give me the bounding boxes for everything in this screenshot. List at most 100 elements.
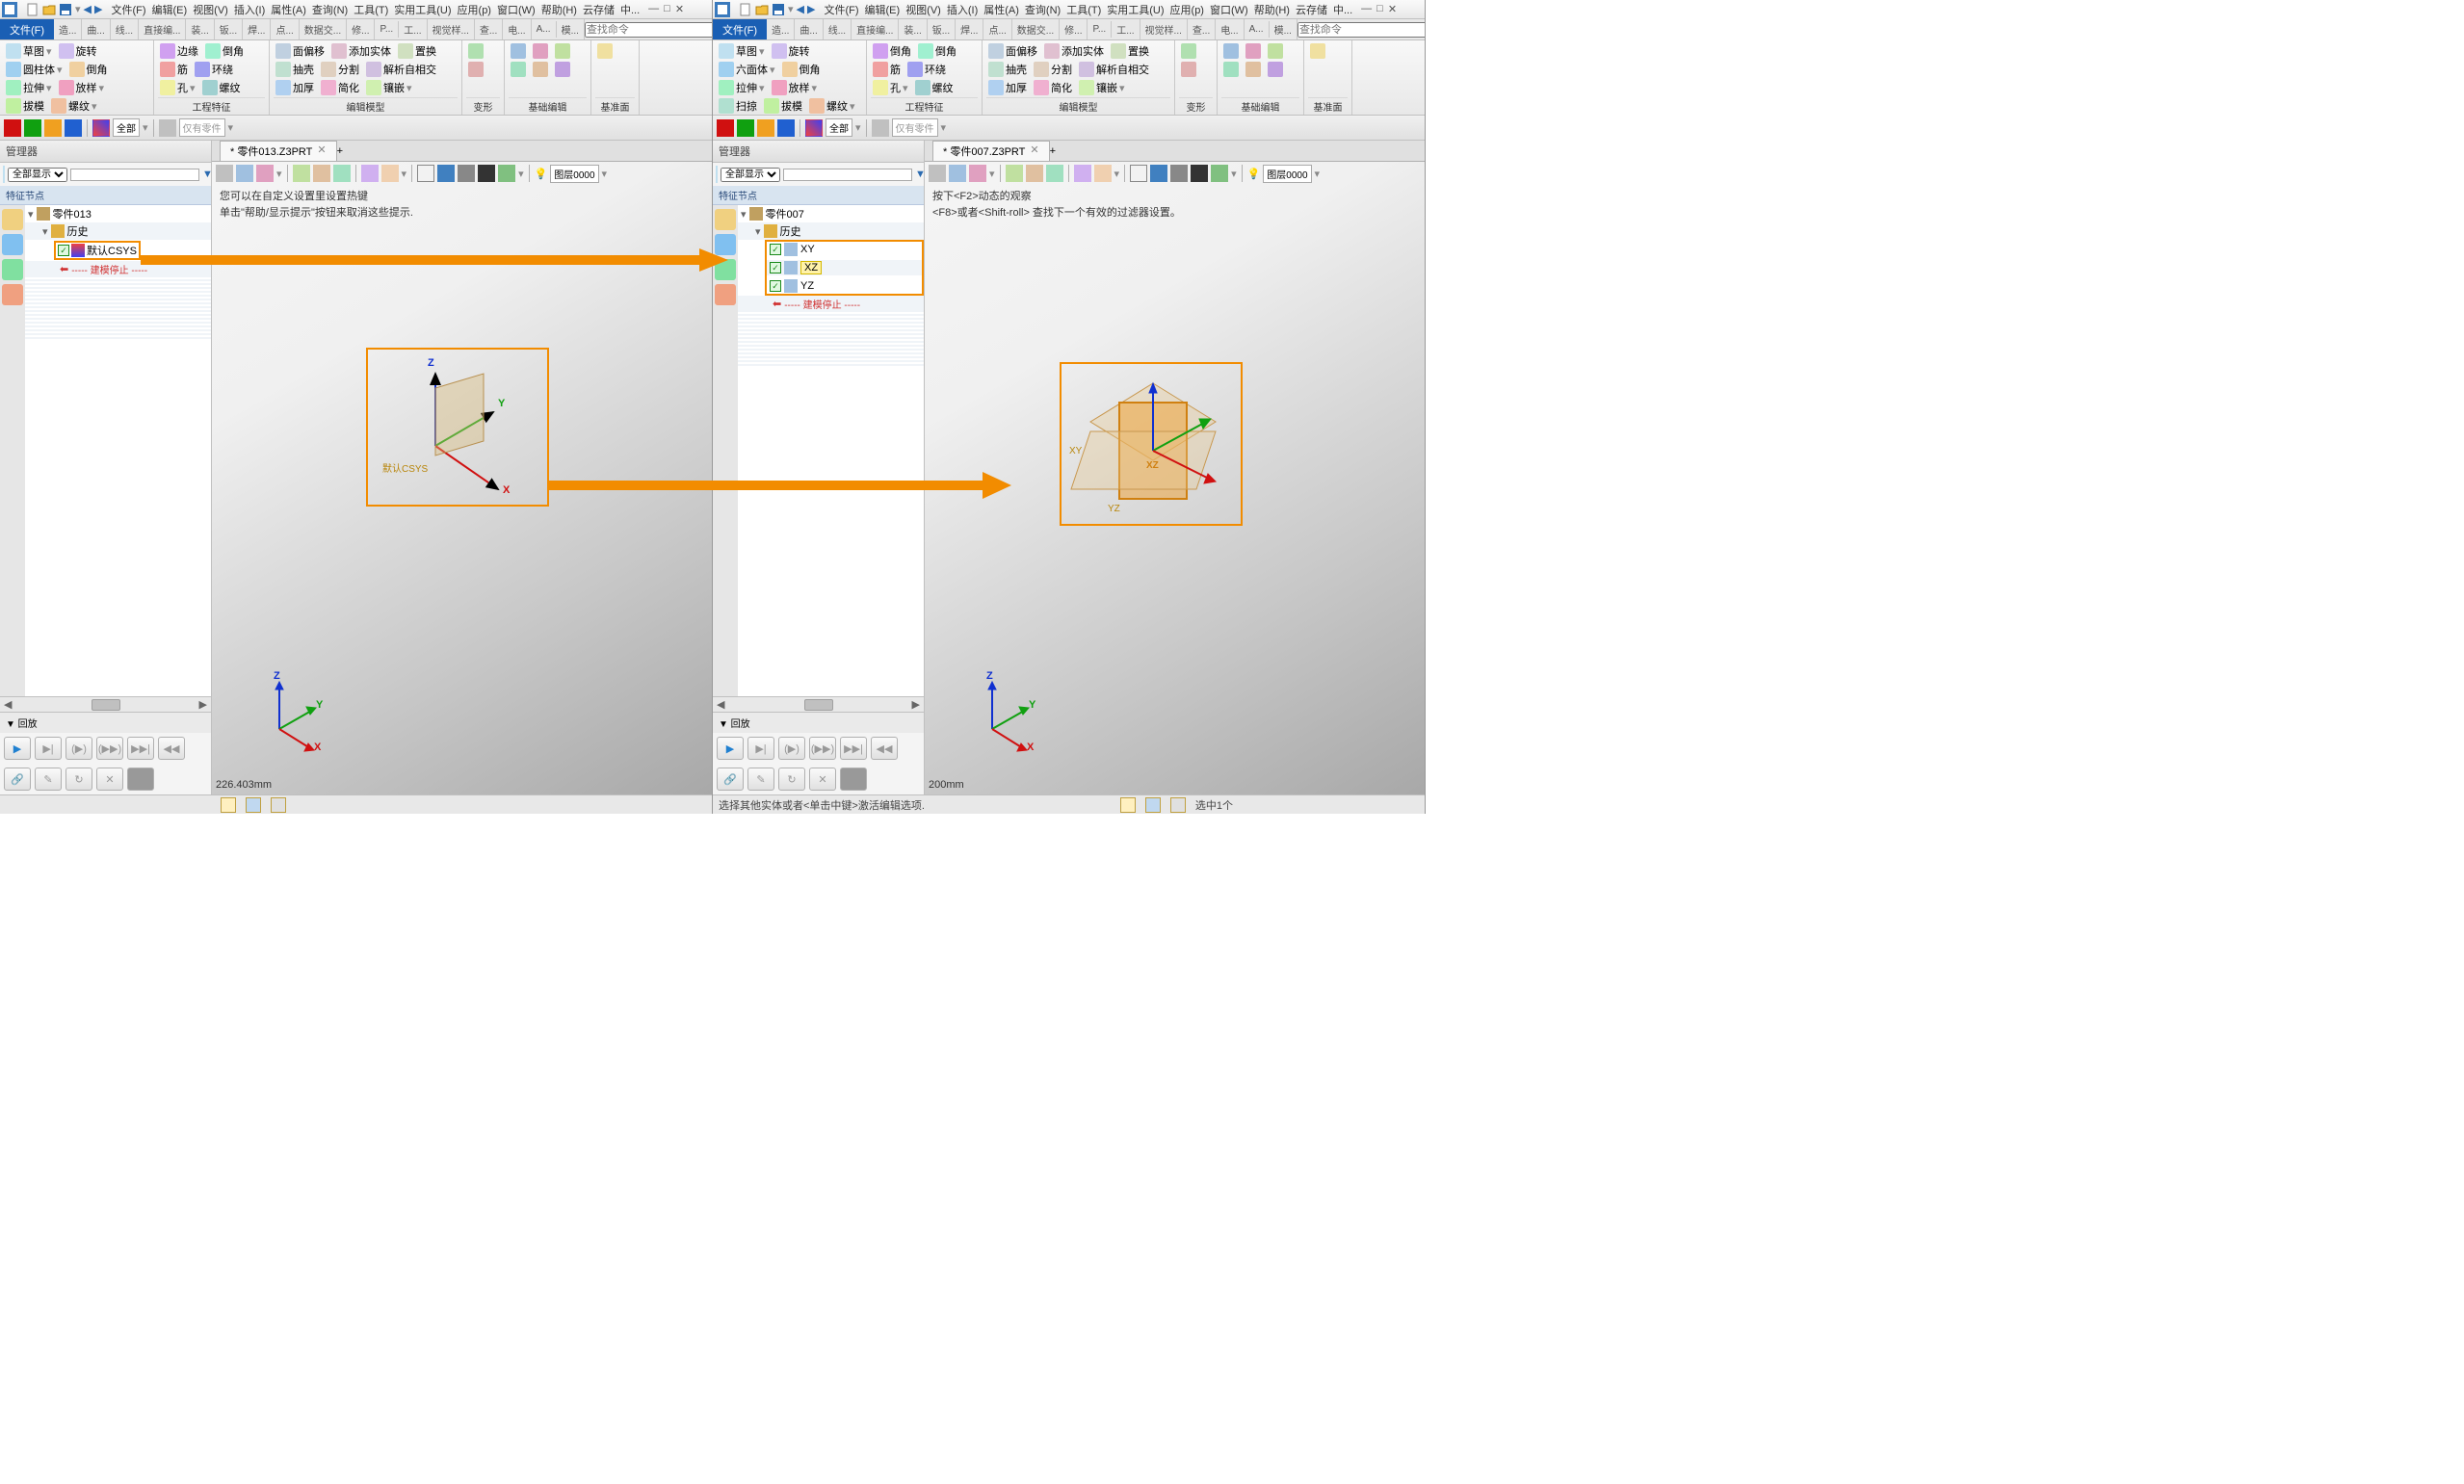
menu-view[interactable]: 视图(V) <box>190 2 231 17</box>
display-icon[interactable] <box>3 166 5 183</box>
checkbox-icon[interactable]: ✓ <box>770 262 781 273</box>
tree-plane-yz[interactable]: YZ <box>800 280 814 292</box>
edit-button[interactable]: ✎ <box>747 768 774 791</box>
rtab[interactable]: 线... <box>111 19 139 39</box>
tree-csys[interactable]: 默认CSYS <box>87 243 137 258</box>
refresh-button[interactable]: ↻ <box>778 768 805 791</box>
rtab[interactable]: 造... <box>54 19 82 39</box>
menu-tools[interactable]: 工具(T) <box>351 2 391 17</box>
next-button[interactable]: ▶| <box>747 737 774 760</box>
tree-root[interactable]: 零件013 <box>53 206 92 221</box>
sb-icon[interactable] <box>271 797 286 813</box>
menu-app[interactable]: 应用(p) <box>455 2 494 17</box>
layer-combo[interactable]: 图层0000 <box>550 165 598 183</box>
tree-history[interactable]: 历史 <box>780 223 801 239</box>
close-tab-icon[interactable]: ✕ <box>1030 143 1038 159</box>
rtab[interactable]: 工... <box>399 19 427 39</box>
tool-icon[interactable] <box>159 119 176 137</box>
filter-all[interactable]: 全部 <box>113 118 140 137</box>
file-tab[interactable]: 文件(F) <box>713 19 767 40</box>
rtab[interactable]: 焊... <box>243 19 271 39</box>
tree-history[interactable]: 历史 <box>67 223 89 239</box>
view-cube-icon[interactable] <box>715 209 736 230</box>
play-button[interactable]: ▶ <box>717 737 744 760</box>
tool-icon[interactable] <box>4 119 21 137</box>
vtool-icon[interactable] <box>458 165 475 182</box>
rtab[interactable]: 数据交... <box>300 19 347 39</box>
end-button[interactable]: ▶▶| <box>127 737 154 760</box>
light-icon[interactable]: 💡 <box>535 168 548 180</box>
add-tab[interactable]: + <box>1050 145 1056 157</box>
menu-insert[interactable]: 插入(I) <box>231 2 268 17</box>
show-select[interactable]: 全部显示 <box>721 168 780 182</box>
open-icon[interactable] <box>42 3 56 16</box>
tool-icon[interactable] <box>92 119 110 137</box>
open-icon[interactable] <box>755 3 769 16</box>
cylinder-button[interactable]: 圆柱体▾ <box>4 61 65 78</box>
sb-icon[interactable] <box>1170 797 1186 813</box>
tool-icon[interactable] <box>44 119 62 137</box>
command-search[interactable] <box>585 22 712 38</box>
sb-icon[interactable] <box>1120 797 1136 813</box>
rtab[interactable]: A... <box>532 21 557 38</box>
feature-tree[interactable]: ▾零件007 ▾历史 ✓XY ✓XZ ✓YZ ⬅----- 建模停止 ----- <box>738 205 924 696</box>
show-select[interactable]: 全部显示 <box>8 168 67 182</box>
add-tab[interactable]: + <box>337 145 343 157</box>
new-icon[interactable] <box>739 3 752 16</box>
menu-help[interactable]: 帮助(H) <box>538 2 580 17</box>
checkbox-icon[interactable]: ✓ <box>770 280 781 292</box>
vtool-icon[interactable] <box>216 165 233 182</box>
rtab[interactable]: 视觉样... <box>428 19 475 39</box>
skip-button[interactable]: (▶▶) <box>96 737 123 760</box>
vtool-icon[interactable] <box>313 165 330 182</box>
document-tab[interactable]: * 零件007.Z3PRT✕ <box>932 141 1050 161</box>
play-button[interactable]: ▶ <box>4 737 31 760</box>
rtab[interactable]: 曲... <box>82 19 110 39</box>
thread-button[interactable]: 螺纹▾ <box>49 97 99 115</box>
rtab[interactable]: 点... <box>271 19 299 39</box>
revolve-button[interactable]: 旋转 <box>57 42 99 60</box>
view-cube-icon[interactable] <box>2 209 23 230</box>
vtool-icon[interactable] <box>478 165 495 182</box>
tool-icon[interactable] <box>24 119 41 137</box>
menu-util[interactable]: 实用工具(U) <box>391 2 454 17</box>
vtool-icon[interactable] <box>437 165 455 182</box>
tool-icon[interactable] <box>65 119 82 137</box>
light-icon[interactable]: 💡 <box>1247 168 1261 180</box>
vtool-icon[interactable] <box>256 165 274 182</box>
rtab[interactable]: 钣... <box>215 19 243 39</box>
rewind-button[interactable]: ◀◀ <box>158 737 185 760</box>
rtab[interactable]: 电... <box>503 19 531 39</box>
menu-attr[interactable]: 属性(A) <box>268 2 309 17</box>
rtab[interactable]: 修... <box>347 19 375 39</box>
menu-query[interactable]: 查询(N) <box>309 2 351 17</box>
tree-root[interactable]: 零件007 <box>766 206 804 221</box>
layer-combo[interactable]: 图层0000 <box>1263 165 1311 183</box>
vtool-icon[interactable] <box>333 165 351 182</box>
draft-button[interactable]: 拔模 <box>4 97 46 115</box>
close-icon[interactable]: ✕ <box>675 3 684 15</box>
tree-plane-xy[interactable]: XY <box>800 244 815 255</box>
end-button[interactable]: ▶▶| <box>840 737 867 760</box>
rtab[interactable]: P... <box>375 21 399 38</box>
file-tab[interactable]: 文件(F) <box>0 19 54 40</box>
sketch-button[interactable]: 草图▾ <box>4 42 54 60</box>
min-icon[interactable]: — <box>648 3 659 15</box>
menu-window[interactable]: 窗口(W) <box>494 2 538 17</box>
filter-input[interactable] <box>70 169 199 181</box>
user-icon[interactable] <box>2 284 23 305</box>
stop-button[interactable] <box>840 768 867 791</box>
menu-cloud[interactable]: 云存储 <box>580 2 617 17</box>
sb-icon[interactable] <box>221 797 236 813</box>
vtool-icon[interactable] <box>361 165 379 182</box>
next-button[interactable]: ▶| <box>35 737 62 760</box>
vtool-icon[interactable] <box>417 165 434 182</box>
extrude-button[interactable]: 拉伸▾ <box>4 79 54 96</box>
command-search[interactable] <box>1298 22 1425 38</box>
rtab[interactable]: 直接编... <box>139 19 186 39</box>
user-icon[interactable] <box>715 284 736 305</box>
layers-icon[interactable] <box>2 234 23 255</box>
link-button[interactable]: 🔗 <box>4 768 31 791</box>
image-icon[interactable] <box>2 259 23 280</box>
document-tab[interactable]: * 零件013.Z3PRT✕ <box>220 141 337 161</box>
